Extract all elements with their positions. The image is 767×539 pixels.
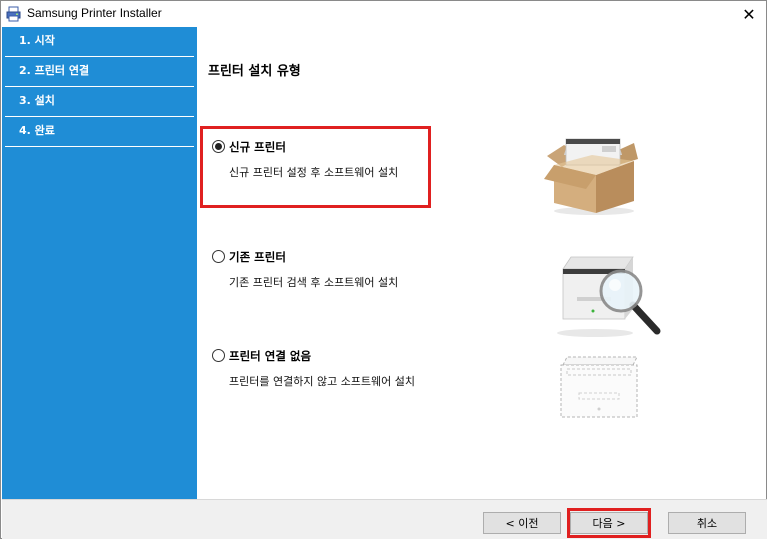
existing-printer-radio[interactable] [212, 250, 225, 263]
radio-selected-dot [215, 143, 222, 150]
close-button[interactable]: ✕ [732, 1, 766, 27]
new-printer-description: 신규 프린터 설정 후 소프트웨어 설치 [229, 166, 399, 179]
cancel-button[interactable]: 취소 [668, 512, 746, 534]
steps-sidebar: 1. 시작 2. 프린터 연결 3. 설치 4. 완료 [2, 27, 197, 499]
new-printer-radio[interactable] [212, 140, 225, 153]
title-bar: Samsung Printer Installer ✕ [1, 1, 766, 27]
existing-printer-label[interactable]: 기존 프린터 [229, 249, 286, 265]
printer-app-icon [6, 6, 21, 22]
sidebar-step-start: 1. 시작 [5, 27, 194, 57]
page-title: 프린터 설치 유형 [208, 64, 301, 79]
no-printer-description: 프린터를 연결하지 않고 소프트웨어 설치 [229, 375, 416, 388]
back-button[interactable]: < 이전 [483, 512, 561, 534]
main-content: 프린터 설치 유형 신규 프린터 신규 프린터 설정 후 소프트웨어 설치 기존… [197, 27, 766, 499]
printer-outline-icon [560, 356, 638, 418]
close-icon: ✕ [742, 4, 756, 24]
sidebar-step-connect: 2. 프린터 연결 [5, 57, 194, 87]
button-bar: < 이전 다음 > 취소 [2, 499, 767, 539]
next-button[interactable]: 다음 > [570, 512, 648, 534]
printer-in-box-icon [544, 138, 638, 215]
new-printer-label[interactable]: 신규 프린터 [229, 139, 286, 155]
printer-search-icon [557, 256, 661, 337]
no-printer-label[interactable]: 프린터 연결 없음 [229, 348, 311, 364]
sidebar-step-finish: 4. 완료 [5, 117, 194, 147]
no-printer-radio[interactable] [212, 349, 225, 362]
sidebar-step-install: 3. 설치 [5, 87, 194, 117]
window-title: Samsung Printer Installer [27, 6, 162, 20]
installer-window: Samsung Printer Installer ✕ 1. 시작 2. 프린터… [0, 0, 767, 539]
existing-printer-description: 기존 프린터 검색 후 소프트웨어 설치 [229, 276, 399, 289]
